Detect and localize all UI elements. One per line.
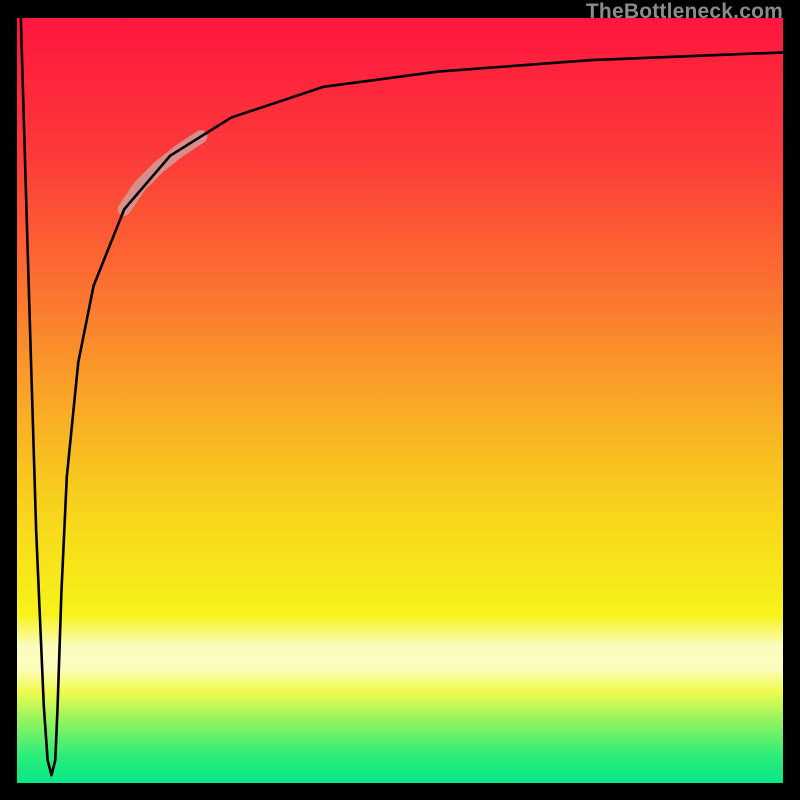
plot-area	[17, 18, 783, 783]
chart-svg	[17, 18, 783, 783]
chart-frame: TheBottleneck.com	[0, 0, 800, 800]
watermark-text: TheBottleneck.com	[586, 0, 783, 24]
gradient-background	[17, 18, 783, 783]
